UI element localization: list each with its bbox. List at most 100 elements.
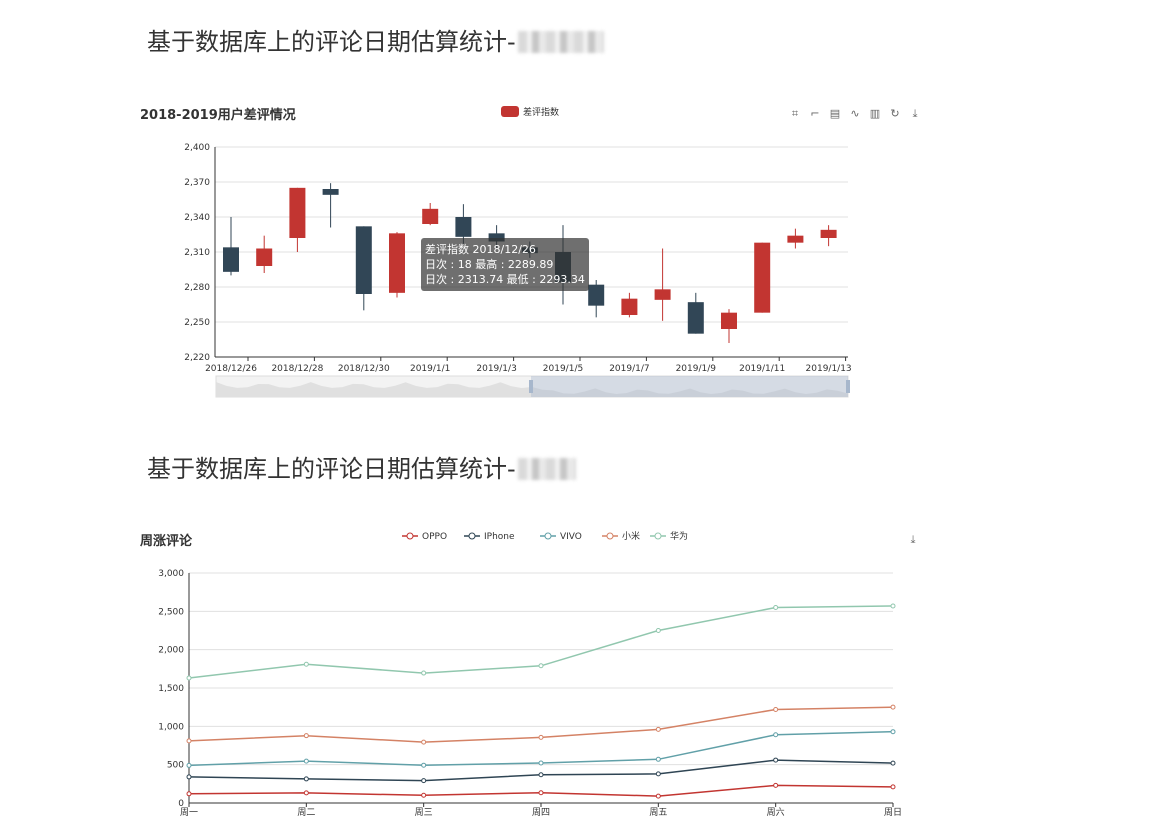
legend-marker: [606, 532, 614, 540]
y-tick-label: 2,000: [158, 646, 184, 656]
y-tick-label: 2,310: [184, 248, 210, 258]
x-tick-label: 周二: [297, 807, 315, 818]
series-point: [186, 774, 192, 780]
page-heading-1: 基于数据库上的评论日期估算统计-: [147, 22, 604, 57]
legend-label: VIVO: [560, 532, 582, 542]
series-point: [538, 772, 544, 778]
y-tick-label: 2,220: [184, 353, 210, 363]
x-tick-label: 2018/12/30: [338, 364, 390, 374]
page-heading-2: 基于数据库上的评论日期估算统计-: [147, 449, 576, 484]
legend-marker: [406, 532, 414, 540]
legend-marker: [468, 532, 476, 540]
series-point: [538, 790, 544, 796]
candle-body: [754, 242, 771, 313]
series-point: [303, 776, 309, 782]
series-point: [421, 778, 427, 784]
candle-body: [256, 248, 273, 266]
candle-body: [787, 235, 804, 243]
x-tick-label: 周四: [532, 807, 550, 818]
tooltip-line: 日次 : 2313.74 最低 : 2293.34: [425, 273, 585, 286]
heading-text: 基于数据库上的评论日期估算统计-: [147, 455, 516, 483]
tooltip-line: 差评指数 2018/12/26: [425, 243, 536, 256]
series-point: [655, 771, 661, 777]
series-point: [303, 661, 309, 667]
y-tick-label: 2,400: [184, 143, 210, 153]
candle-body: [322, 189, 339, 195]
series-point: [655, 793, 661, 799]
legend-swatch: [501, 106, 519, 117]
candle-body: [621, 298, 638, 315]
series-point: [303, 790, 309, 796]
tooltip-line: 日次 : 18 最高 : 2289.89: [425, 258, 554, 271]
legend-label: 华为: [670, 530, 688, 542]
candle-tooltip: 差评指数 2018/12/26 日次 : 18 最高 : 2289.89 日次 …: [421, 238, 589, 291]
x-tick-label: 2019/1/1: [410, 364, 450, 374]
series-point: [186, 791, 192, 797]
legend-marker: [654, 532, 662, 540]
candle-body: [223, 247, 239, 272]
series-point: [421, 792, 427, 798]
series-point: [655, 628, 661, 633]
datazoom-handle-right: [846, 380, 850, 393]
y-tick-label: 2,370: [184, 178, 210, 188]
series-point: [773, 605, 779, 610]
series-point: [538, 663, 544, 669]
x-tick-label: 2019/1/5: [543, 364, 583, 374]
legend-label: 小米: [622, 530, 640, 542]
candle-body: [687, 302, 704, 334]
series-point: [421, 762, 427, 768]
x-tick-label: 周五: [649, 807, 667, 818]
legend-label: IPhone: [484, 532, 515, 542]
series-point: [421, 670, 427, 676]
x-tick-label: 2019/1/7: [609, 364, 649, 374]
y-tick-label: 2,500: [158, 607, 184, 617]
datazoom-handle-left: [529, 380, 533, 393]
redacted-text: [517, 31, 604, 53]
candle-body: [721, 312, 737, 329]
series-point: [655, 726, 661, 732]
series-point: [890, 784, 896, 790]
x-tick-label: 周一: [180, 807, 198, 818]
candle-body: [355, 226, 372, 294]
x-tick-label: 周六: [767, 806, 785, 818]
heading-text: 基于数据库上的评论日期估算统计-: [147, 28, 516, 56]
legend-marker: [544, 532, 552, 540]
series-point: [773, 757, 779, 763]
series-point: [538, 734, 544, 740]
series-point: [186, 738, 192, 744]
y-tick-label: 2,340: [184, 213, 210, 223]
candle-body: [422, 208, 439, 224]
series-point: [186, 675, 192, 681]
series-point: [890, 760, 896, 766]
series-point: [773, 706, 779, 712]
line-chart: 05001,0001,5002,0002,5003,000周一 周二 周三 周四 周五周…: [158, 530, 902, 818]
candle-body: [289, 187, 306, 238]
series-point: [773, 782, 779, 788]
x-tick-label: 2019/1/11: [739, 364, 785, 374]
candle-body: [820, 229, 837, 238]
series-point: [773, 732, 779, 738]
x-tick-label: 2019/1/9: [676, 364, 717, 374]
candle-body: [654, 289, 671, 300]
y-tick-label: 2,280: [184, 283, 210, 293]
candle-body: [389, 233, 405, 293]
y-tick-label: 1,500: [158, 684, 184, 694]
y-tick-label: 1,000: [158, 722, 184, 732]
series-point: [303, 758, 309, 764]
series-point: [186, 762, 192, 768]
series-point: [303, 733, 309, 739]
series-point: [655, 756, 661, 762]
series-point: [890, 603, 896, 609]
x-tick-label: 周三: [415, 807, 433, 818]
candle-body: [588, 284, 605, 306]
x-tick-label: 2018/12/26: [205, 364, 257, 374]
datazoom-selected: [531, 376, 848, 397]
x-tick-label: 2019/1/13: [806, 364, 852, 374]
series-point: [890, 729, 896, 735]
y-tick-label: 2,250: [184, 318, 210, 328]
series-point: [890, 704, 896, 710]
legend-label: 差评指数: [523, 106, 559, 118]
redacted-text: [517, 458, 576, 480]
x-tick-label: 2018/12/28: [271, 364, 323, 374]
series-point: [538, 760, 544, 766]
